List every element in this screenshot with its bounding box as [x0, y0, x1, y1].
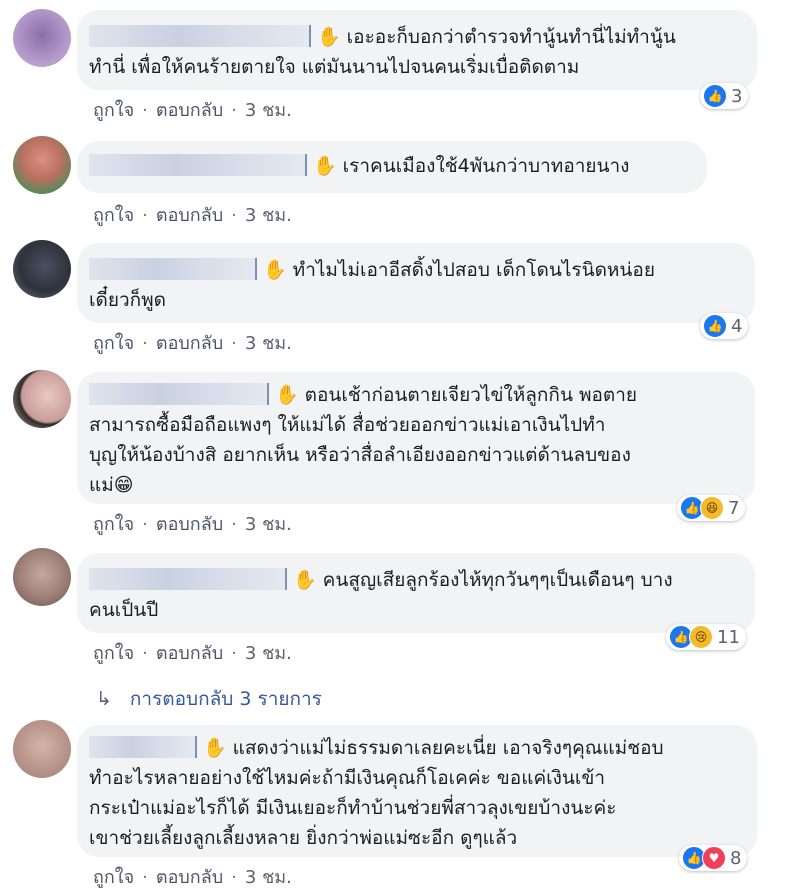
commenter-name-blurred[interactable] — [89, 736, 197, 758]
comment-line: คนเป็นปี — [89, 599, 159, 621]
comment-bubble: ✋ เอะอะก็บอกว่าตำรวจทำนู้นทำนี่ไม่ทำนู้น … — [77, 10, 757, 90]
comment-line: ทำนี่ เพื่อให้คนร้ายตายใจ แต่มันนานไปจนค… — [89, 56, 580, 78]
comment-line: ✋ เอะอะก็บอกว่าตำรวจทำนู้นทำนี่ไม่ทำนู้น — [89, 22, 737, 52]
avatar[interactable] — [13, 240, 71, 298]
like-link[interactable]: ถูกใจ — [93, 333, 134, 354]
reaction-summary[interactable]: 👍 4 — [700, 313, 749, 339]
reaction-summary[interactable]: 👍 😢 11 — [666, 624, 746, 650]
comment-line: ✋ คนสูญเสียลูกร้องไห้ทุกวันๆๆเป็นเดือนๆ บ… — [89, 565, 735, 595]
reaction-summary[interactable]: 👍 3 — [700, 83, 749, 109]
comment-line: กระเป๋าแม่อะไรก็ได้ มีเงินเยอะก็ทำบ้านช่… — [89, 797, 617, 819]
comment-line: บุญให้น้องบ้างสิ อยากเห็น หรือว่าสื่อลำเ… — [89, 444, 631, 466]
timestamp[interactable]: 3 ชม. — [245, 514, 292, 535]
waving-hand-icon: ✋ — [317, 26, 341, 48]
reaction-summary[interactable]: 👍 😆 7 — [677, 495, 746, 521]
avatar[interactable] — [13, 136, 71, 194]
comment-bubble: ✋ ทำไมไม่เอาอีสดิ้งไปสอบ เด็กโดนไรนิดหน่อ… — [77, 243, 755, 323]
comment-actions: ถูกใจ · ตอบกลับ · 3 ชม. — [93, 205, 292, 226]
waving-hand-icon: ✋ — [313, 155, 337, 177]
reply-link[interactable]: ตอบกลับ — [156, 205, 223, 226]
reply-link[interactable]: ตอบกลับ — [156, 100, 223, 121]
comment-line: ✋ เราคนเมืองใช้4พันกว่าบาทอายนาง — [89, 151, 687, 181]
view-replies-link[interactable]: ↳ การตอบกลับ 3 รายการ — [96, 684, 322, 714]
comment-line: ✋ ทำไมไม่เอาอีสดิ้งไปสอบ เด็กโดนไรนิดหน่อ… — [89, 255, 735, 285]
comment-line: เขาช่วยเลี้ยงลูกเลี้ยงหลาย ยิ่งกว่าพ่อแม… — [89, 827, 518, 849]
reply-link[interactable]: ตอบกลับ — [156, 867, 223, 888]
reply-link[interactable]: ตอบกลับ — [156, 333, 223, 354]
reaction-count: 7 — [728, 497, 740, 519]
avatar[interactable] — [13, 720, 71, 778]
comment-actions: ถูกใจ · ตอบกลับ · 3 ชม. — [93, 867, 292, 888]
waving-hand-icon: ✋ — [203, 737, 227, 759]
comment-line: ✋ แสดงว่าแม่ไม่ธรรมดาเลยคะเนี่ย เอาจริงๆค… — [89, 733, 737, 763]
crying-face-icon: 😢 — [689, 625, 713, 649]
waving-hand-icon: ✋ — [275, 384, 299, 406]
comment-bubble: ✋ แสดงว่าแม่ไม่ธรรมดาเลยคะเนี่ย เอาจริงๆค… — [77, 725, 757, 857]
commenter-name-blurred[interactable] — [89, 258, 257, 280]
timestamp[interactable]: 3 ชม. — [245, 100, 292, 121]
timestamp[interactable]: 3 ชม. — [245, 643, 292, 664]
comment-line: แม่😁 — [89, 474, 134, 496]
avatar[interactable] — [13, 370, 71, 428]
comment-line: เดี๋ยวก็พูด — [89, 289, 167, 311]
commenter-name-blurred[interactable] — [89, 154, 307, 176]
reaction-count: 3 — [731, 85, 743, 107]
comment-line: ✋ ตอนเช้าก่อนตายเจียวไข่ให้ลูกกิน พอตาย — [89, 380, 735, 410]
reaction-count: 4 — [731, 315, 743, 337]
timestamp[interactable]: 3 ชม. — [245, 333, 292, 354]
comment-line: สามารถซื้อมือถือแพงๆ ให้แม่ได้ สื่อช่วยอ… — [89, 414, 606, 436]
like-link[interactable]: ถูกใจ — [93, 867, 134, 888]
commenter-name-blurred[interactable] — [89, 568, 287, 590]
comment-actions: ถูกใจ · ตอบกลับ · 3 ชม. — [93, 100, 292, 121]
like-link[interactable]: ถูกใจ — [93, 205, 134, 226]
reply-link[interactable]: ตอบกลับ — [156, 514, 223, 535]
comment-actions: ถูกใจ · ตอบกลับ · 3 ชม. — [93, 333, 292, 354]
reaction-summary[interactable]: 👍 ♥ 8 — [679, 845, 748, 871]
heart-icon: ♥ — [702, 846, 726, 870]
comment-line: ทำอะไรหลายอย่างใช้ไหมค่ะถ้ามีเงินคุณก็โอ… — [89, 767, 606, 789]
timestamp[interactable]: 3 ชม. — [245, 867, 292, 888]
comment-bubble: ✋ คนสูญเสียลูกร้องไห้ทุกวันๆๆเป็นเดือนๆ บ… — [77, 553, 755, 633]
waving-hand-icon: ✋ — [293, 569, 317, 591]
avatar[interactable] — [13, 548, 71, 606]
thumbs-up-icon: 👍 — [703, 314, 727, 338]
comment-actions: ถูกใจ · ตอบกลับ · 3 ชม. — [93, 514, 292, 535]
like-link[interactable]: ถูกใจ — [93, 514, 134, 535]
timestamp[interactable]: 3 ชม. — [245, 205, 292, 226]
comment-bubble: ✋ เราคนเมืองใช้4พันกว่าบาทอายนาง — [77, 141, 707, 193]
comment-bubble: ✋ ตอนเช้าก่อนตายเจียวไข่ให้ลูกกิน พอตาย ส… — [77, 372, 755, 504]
laughing-face-icon: 😆 — [700, 496, 724, 520]
commenter-name-blurred[interactable] — [89, 383, 269, 405]
like-link[interactable]: ถูกใจ — [93, 100, 134, 121]
reaction-count: 8 — [730, 847, 742, 869]
reply-link[interactable]: ตอบกลับ — [156, 643, 223, 664]
waving-hand-icon: ✋ — [263, 259, 287, 281]
commenter-name-blurred[interactable] — [89, 25, 311, 47]
like-link[interactable]: ถูกใจ — [93, 643, 134, 664]
avatar[interactable] — [13, 9, 71, 67]
reaction-count: 11 — [717, 626, 740, 648]
comment-actions: ถูกใจ · ตอบกลับ · 3 ชม. — [93, 643, 292, 664]
reply-arrow-icon: ↳ — [96, 688, 112, 710]
thumbs-up-icon: 👍 — [703, 84, 727, 108]
